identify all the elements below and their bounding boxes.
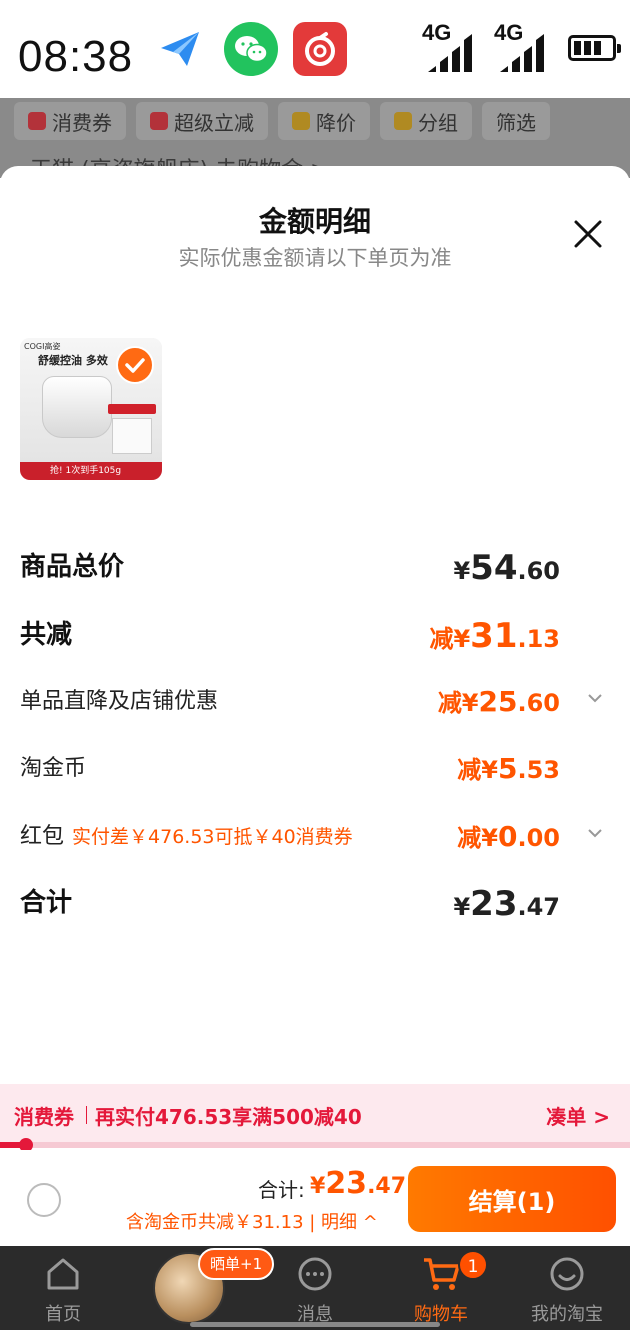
close-icon[interactable] <box>568 214 608 254</box>
product-slogan: 舒缓控油 多效 <box>38 354 108 367</box>
row-taobao-coins: 淘金币 减¥5.53 <box>20 752 560 785</box>
chevron-down-icon[interactable] <box>586 824 604 842</box>
total-reduced-value: 减¥31.13 <box>429 616 560 656</box>
add-items-link[interactable]: 凑单 > <box>546 1101 610 1130</box>
voucher-bar: 消费券 再实付476.53享满500减40 凑单 > <box>0 1084 630 1144</box>
checkmark-icon[interactable] <box>116 346 154 384</box>
message-icon <box>298 1257 332 1291</box>
chevron-down-icon[interactable] <box>586 689 604 707</box>
row-total-reduced: 共减 减¥31.13 <box>20 616 560 656</box>
red-packet-value: 减¥0.00 <box>457 820 560 853</box>
bg-chip: 超级立减 <box>136 102 268 140</box>
home-icon <box>47 1258 79 1290</box>
tab-my-taobao[interactable]: 我的淘宝 <box>504 1246 630 1330</box>
cart-count-badge: 1 <box>458 1250 488 1280</box>
smile-icon <box>550 1257 584 1291</box>
product-jar <box>42 376 112 438</box>
bg-chip: 降价 <box>278 102 370 140</box>
wechat-app-icon <box>224 22 278 76</box>
battery-icon <box>568 35 621 61</box>
status-bar: 08:38 4G 4G <box>0 0 630 98</box>
row-red-packet[interactable]: 红包 实付差￥476.53可抵￥40消费券 减¥0.00 <box>20 818 610 853</box>
coins-value: 减¥5.53 <box>457 752 560 785</box>
voucher-progress-bar <box>0 1138 630 1152</box>
clock: 08:38 <box>18 32 134 81</box>
tab-home[interactable]: 首页 <box>0 1246 126 1330</box>
checkout-sum-label: 合计: <box>258 1178 305 1202</box>
bg-chip: 消费券 <box>14 102 126 140</box>
cart-icon <box>424 1258 460 1290</box>
product-footer: 抢! 1次到手105g <box>20 462 162 480</box>
checkout-button[interactable]: 结算(1) <box>408 1166 616 1232</box>
voucher-tag: 消费券 <box>14 1105 74 1129</box>
paper-plane-app-icon <box>153 22 207 76</box>
select-all-radio[interactable] <box>27 1183 61 1217</box>
item-discount-value: 减¥25.60 <box>437 685 560 718</box>
red-packet-note: 实付差￥476.53可抵￥40消费券 <box>72 826 353 848</box>
row-total-price: 商品总价 ¥54.60 <box>20 548 560 588</box>
netease-music-app-icon <box>293 22 347 76</box>
row-sum: 合计 ¥23.47 <box>20 884 560 924</box>
background-filter-chips: 消费券 超级立减 降价 分组 筛选 <box>14 102 550 140</box>
sheet-title: 金额明细 <box>258 205 371 238</box>
total-price-value: ¥54.60 <box>453 548 560 588</box>
product-brand: COGI高姿 <box>24 342 61 351</box>
checkout-detail-toggle[interactable]: 含淘金币共减￥31.13 | 明细 ^ <box>126 1208 378 1234</box>
home-indicator <box>190 1322 440 1327</box>
checkout-sum-value: ¥23.47 <box>310 1166 407 1201</box>
bg-chip: 筛选 <box>482 102 550 140</box>
sum-value: ¥23.47 <box>453 884 560 924</box>
row-item-discount[interactable]: 单品直降及店铺优惠 减¥25.60 <box>20 683 610 718</box>
sheet-subtitle: 实际优惠金额请以下单页为准 <box>178 246 452 270</box>
voucher-text: 再实付476.53享满500减40 <box>95 1105 362 1129</box>
bg-chip: 分组 <box>380 102 472 140</box>
tab-messages[interactable]: 消息 <box>252 1246 378 1330</box>
